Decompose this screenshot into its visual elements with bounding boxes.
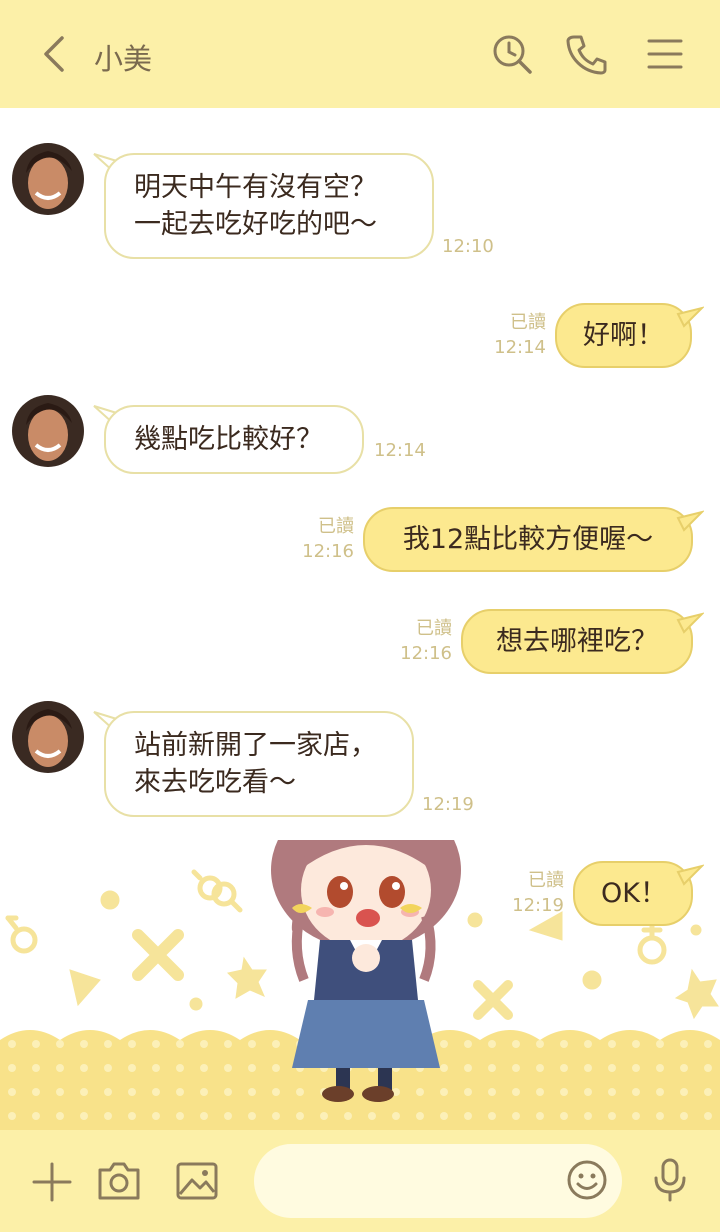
mascot-girl-illustration [271,840,461,1102]
read-label: 已讀 [416,618,452,639]
message-text: 想去哪裡吃？ [496,626,658,657]
avatar-photo [12,701,84,773]
search-history-icon[interactable] [490,32,534,76]
message-line: 來去吃吃看～ [134,767,296,798]
message-text: 好啊！ [583,320,664,351]
message-bubble-outgoing[interactable]: 想去哪裡吃？ [461,609,693,674]
read-label: 已讀 [318,516,354,537]
bubble-tail [676,306,704,328]
contact-avatar[interactable] [12,143,84,215]
message-line: 幾點吃比較好？ [134,424,323,455]
message-line: 一起去吃好吃的吧～ [134,209,377,240]
message-line: 站前新開了一家店， [134,730,377,761]
message-time: 12:19 [422,794,474,815]
avatar-photo [12,143,84,215]
contact-avatar[interactable] [12,701,84,773]
avatar-photo [12,395,84,467]
microphone-icon[interactable] [648,1156,692,1204]
message-time: 12:16 [400,643,452,664]
read-label: 已讀 [528,870,564,891]
read-label: 已讀 [510,312,546,333]
bubble-tail [676,612,704,634]
message-read-status: 已讀 12:14 [490,310,546,360]
plus-icon[interactable] [30,1160,74,1204]
contact-avatar[interactable] [12,395,84,467]
message-read-status: 已讀 12:16 [296,514,354,564]
message-text: 我12點比較方便喔～ [402,524,654,555]
bubble-tail [676,510,704,532]
bubble-tail [676,864,704,886]
emoji-icon[interactable] [565,1158,609,1202]
camera-icon[interactable] [96,1158,142,1204]
message-time: 12:19 [512,895,564,916]
message-time: 12:16 [302,541,354,562]
chat-header: 小美 [0,0,720,108]
message-read-status: 已讀 12:16 [394,616,452,666]
image-gallery-icon[interactable] [174,1158,220,1204]
message-bubble-incoming[interactable]: 站前新開了一家店， 來去吃吃看～ [104,711,414,817]
message-time: 12:14 [374,440,426,461]
message-bubble-outgoing[interactable]: OK！ [573,861,693,926]
message-time: 12:10 [442,236,494,257]
message-bubble-outgoing[interactable]: 好啊！ [555,303,692,368]
phone-call-icon[interactable] [565,32,609,76]
menu-icon[interactable] [643,32,687,76]
contact-name: 小美 [94,42,153,76]
message-line: 明天中午有沒有空？ [134,172,377,203]
message-bubble-incoming[interactable]: 明天中午有沒有空？ 一起去吃好吃的吧～ [104,153,434,259]
message-time: 12:14 [494,337,546,358]
message-bubble-incoming[interactable]: 幾點吃比較好？ [104,405,364,474]
message-bubble-outgoing[interactable]: 我12點比較方便喔～ [363,507,693,572]
message-text: OK！ [601,878,667,909]
message-read-status: 已讀 12:19 [506,868,564,918]
back-arrow-icon[interactable] [34,32,74,76]
